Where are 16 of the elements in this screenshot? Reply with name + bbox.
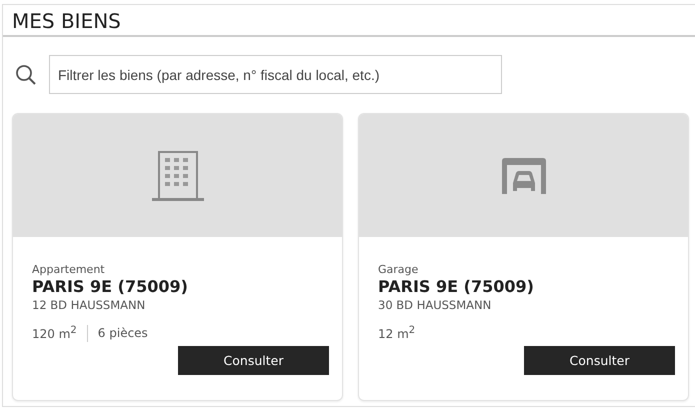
property-address: 12 BD HAUSSMANN	[32, 298, 146, 312]
consult-button[interactable]: Consulter	[178, 346, 329, 375]
property-type: Garage	[378, 263, 420, 276]
building-icon	[152, 150, 204, 200]
property-city: PARIS 9E (75009)	[32, 277, 189, 296]
garage-icon	[502, 158, 546, 194]
search-field[interactable]: Filtrer les biens (par adresse, n° fiscal du local, etc.)	[49, 55, 502, 94]
consult-button[interactable]: Consulter	[524, 346, 675, 375]
property-detail: 120 m$^{2}$	[32, 325, 77, 341]
page-title: MES BIENS	[12, 9, 122, 33]
property-detail: 12 m$^{2}$	[378, 325, 416, 341]
property-detail: 6 pièces	[98, 326, 148, 340]
search-icon	[15, 64, 37, 86]
property-type: Appartement	[32, 263, 106, 276]
property-city: PARIS 9E (75009)	[378, 277, 535, 296]
property-address: 30 BD HAUSSMANN	[378, 298, 492, 312]
